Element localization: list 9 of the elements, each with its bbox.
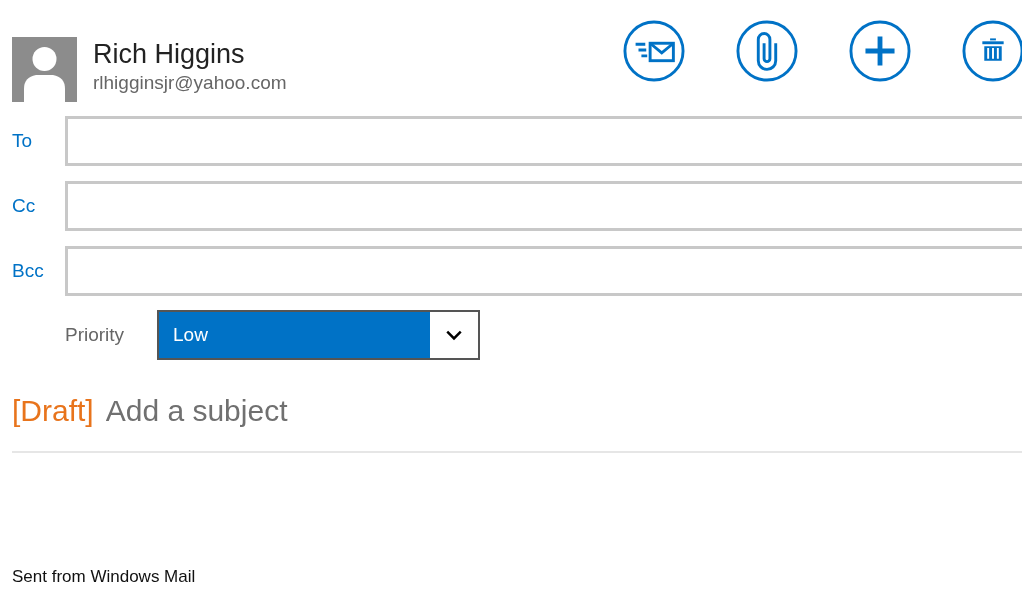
draft-tag: [Draft] [12,394,94,428]
recipient-label: Bcc [12,260,45,282]
recipient-label: To [12,130,34,152]
sender-email: rlhigginsjr@yahoo.com [93,71,287,95]
sender-name: Rich Higgins [93,38,246,71]
signature-text: Sent from Windows Mail [12,567,196,586]
recipient-label: Cc [12,195,37,217]
priority-label: Priority [65,324,126,346]
priority-dropdown[interactable]: Low [157,310,480,360]
